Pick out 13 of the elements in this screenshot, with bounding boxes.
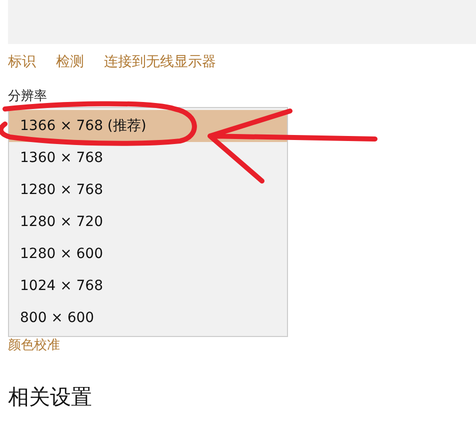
nav-link[interactable]: 连接到无线显示器 (104, 52, 216, 73)
section-heading: 相关设置 (7, 384, 92, 411)
color-calibration-link[interactable]: 颜色校准 (0, 338, 60, 354)
resolution-option[interactable]: 1280 × 768 (9, 174, 287, 206)
dropdown-menu[interactable]: 1366 × 768 (推荐) 1360 × 768 1280 × 768 1280 × 720 1280 × 600 1024 × 768 800 × 600 (8, 107, 288, 337)
resolution-option[interactable]: 1024 × 768 (9, 270, 287, 302)
nav-link[interactable]: 检测 (56, 52, 84, 73)
resolution-option[interactable]: 1360 × 768 (9, 142, 287, 174)
resolution-label: 分辨率 (7, 89, 47, 105)
resolution-option[interactable]: 1280 × 600 (9, 238, 287, 270)
resolution-option[interactable]: 1280 × 720 (9, 206, 287, 238)
nav-link[interactable]: 标识 (8, 52, 36, 73)
resolution-option[interactable]: 800 × 600 (9, 302, 287, 334)
